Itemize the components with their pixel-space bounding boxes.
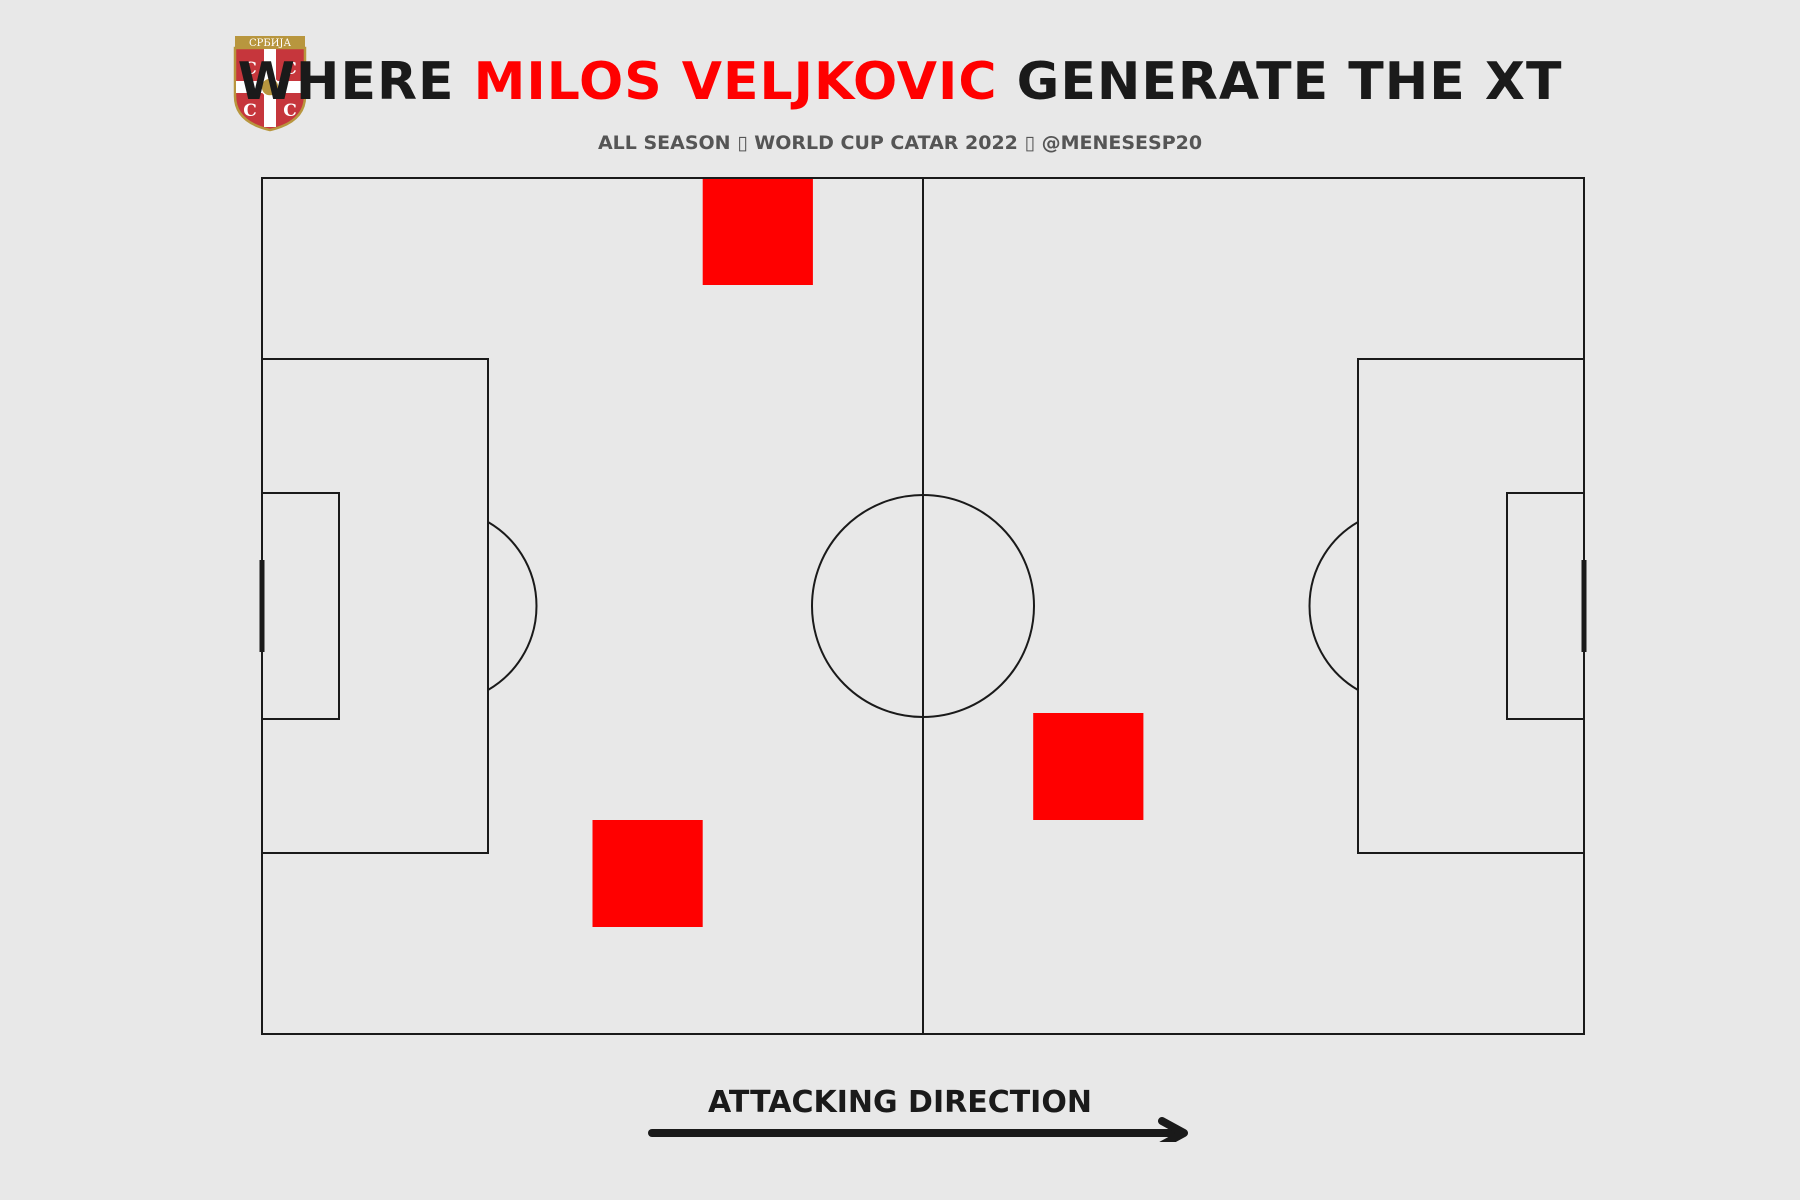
heatmap-bin-3	[1033, 713, 1144, 820]
right-six-yard-box	[1506, 492, 1585, 720]
pitch-markings	[259, 177, 1587, 1035]
right-penalty-area	[1357, 358, 1585, 854]
heatmap-bin-1	[702, 178, 813, 285]
arrow-right-icon	[648, 1117, 1188, 1142]
left-penalty-area	[261, 358, 489, 854]
heatmap-bin-2	[592, 820, 703, 927]
pitch-heatmap	[259, 177, 1587, 1035]
left-penalty-arc	[487, 521, 538, 691]
heatmap-bins	[592, 178, 1144, 927]
right-penalty-arc	[1308, 521, 1359, 691]
left-six-yard-box	[261, 492, 340, 720]
